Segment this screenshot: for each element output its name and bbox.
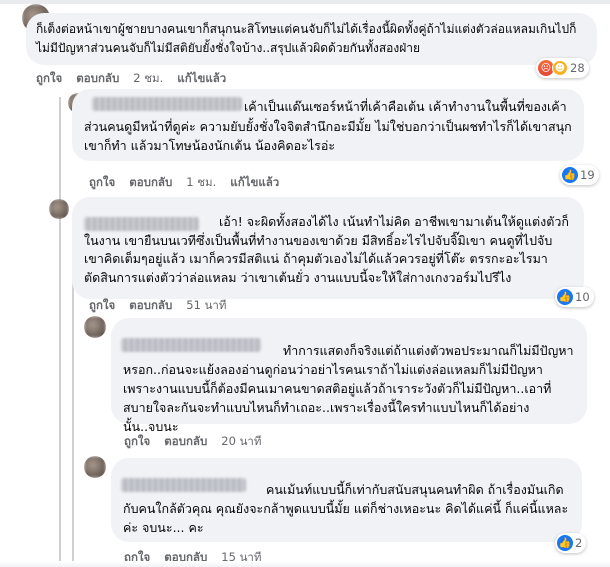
reaction-count: 10 [575,290,590,304]
comment-bubble: ก็เต็งต่อหน้าเขาผู้ชายบางคนเขาก็สนุกนะสิ… [26,13,597,65]
reaction-summary[interactable]: 👍 10 [555,287,594,307]
comment-actions: ถูกใจ ตอบกลับ 51 นาที [89,297,226,315]
like-reaction-icon: 👍 [562,167,578,183]
reaction-summary[interactable]: 👍 2 [555,533,587,553]
like-button[interactable]: ถูกใจ [36,70,62,88]
top-divider [0,0,610,4]
avatar[interactable] [49,199,69,219]
comment-bubble: เอ้า! จะผิดทั้งสองได้ไง เน้นทำไม่คิด อาช… [72,197,584,299]
reply-button[interactable]: ตอบกลับ [164,433,207,451]
comment-bubble: เค้าเป็นแด๊นเซอร์หน้าที่เค้าคือเต้น เค้า… [72,89,584,161]
edited-label[interactable]: แก้ไขแล้ว [177,70,226,88]
like-button[interactable]: ถูกใจ [89,297,115,315]
reaction-count: 19 [580,168,595,182]
comment-bubble: คนเม้นท์แบบนี้ก็เท่ากับสนับสนุนคนทำผิด ถ… [111,458,582,542]
comment-bubble: ทำการแสดงก็จริงแต่ถ้าแต่งตัวพอประมาณก็ไม… [111,318,587,434]
timestamp[interactable]: 51 นาที [186,297,226,315]
timestamp[interactable]: 1 ชม. [186,174,216,192]
timestamp[interactable]: 2 ชม. [133,70,163,88]
reply-button[interactable]: ตอบกลับ [76,70,119,88]
reaction-summary[interactable]: 👍 19 [560,165,599,185]
commenter-name[interactable] [121,478,246,492]
commenter-name[interactable] [92,97,242,111]
like-button[interactable]: ถูกใจ [89,174,115,192]
haha-reaction-icon: ☻ [552,60,568,76]
commenter-name[interactable] [84,217,199,231]
bottom-edge [0,561,610,567]
commenter-name[interactable] [121,338,261,352]
like-button[interactable]: ถูกใจ [124,433,150,451]
like-reaction-icon: 👍 [557,289,573,305]
edited-label[interactable]: แก้ไขแล้ว [230,174,279,192]
comment-text: ก็เต็งต่อหน้าเขาผู้ชายบางคนเขาก็สนุกนะสิ… [36,22,577,55]
comment-text: คนเม้นท์แบบนี้ก็เท่ากับสนับสนุนคนทำผิด ถ… [123,482,569,535]
avatar[interactable] [84,316,106,338]
reaction-summary[interactable]: ☹ ☻ 28 [536,58,589,78]
comment-actions: ถูกใจ ตอบกลับ 20 นาที [124,433,261,451]
reaction-count: 2 [575,536,583,550]
thread-line [59,225,61,567]
reaction-count: 28 [570,61,585,75]
comment-actions: ถูกใจ ตอบกลับ 1 ชม. แก้ไขแล้ว [89,174,279,192]
avatar[interactable] [84,456,106,478]
comment-actions: ถูกใจ ตอบกลับ 2 ชม. แก้ไขแล้ว [36,70,226,88]
reply-button[interactable]: ตอบกลับ [129,297,172,315]
timestamp[interactable]: 20 นาที [221,433,261,451]
like-reaction-icon: 👍 [557,535,573,551]
reply-button[interactable]: ตอบกลับ [129,174,172,192]
